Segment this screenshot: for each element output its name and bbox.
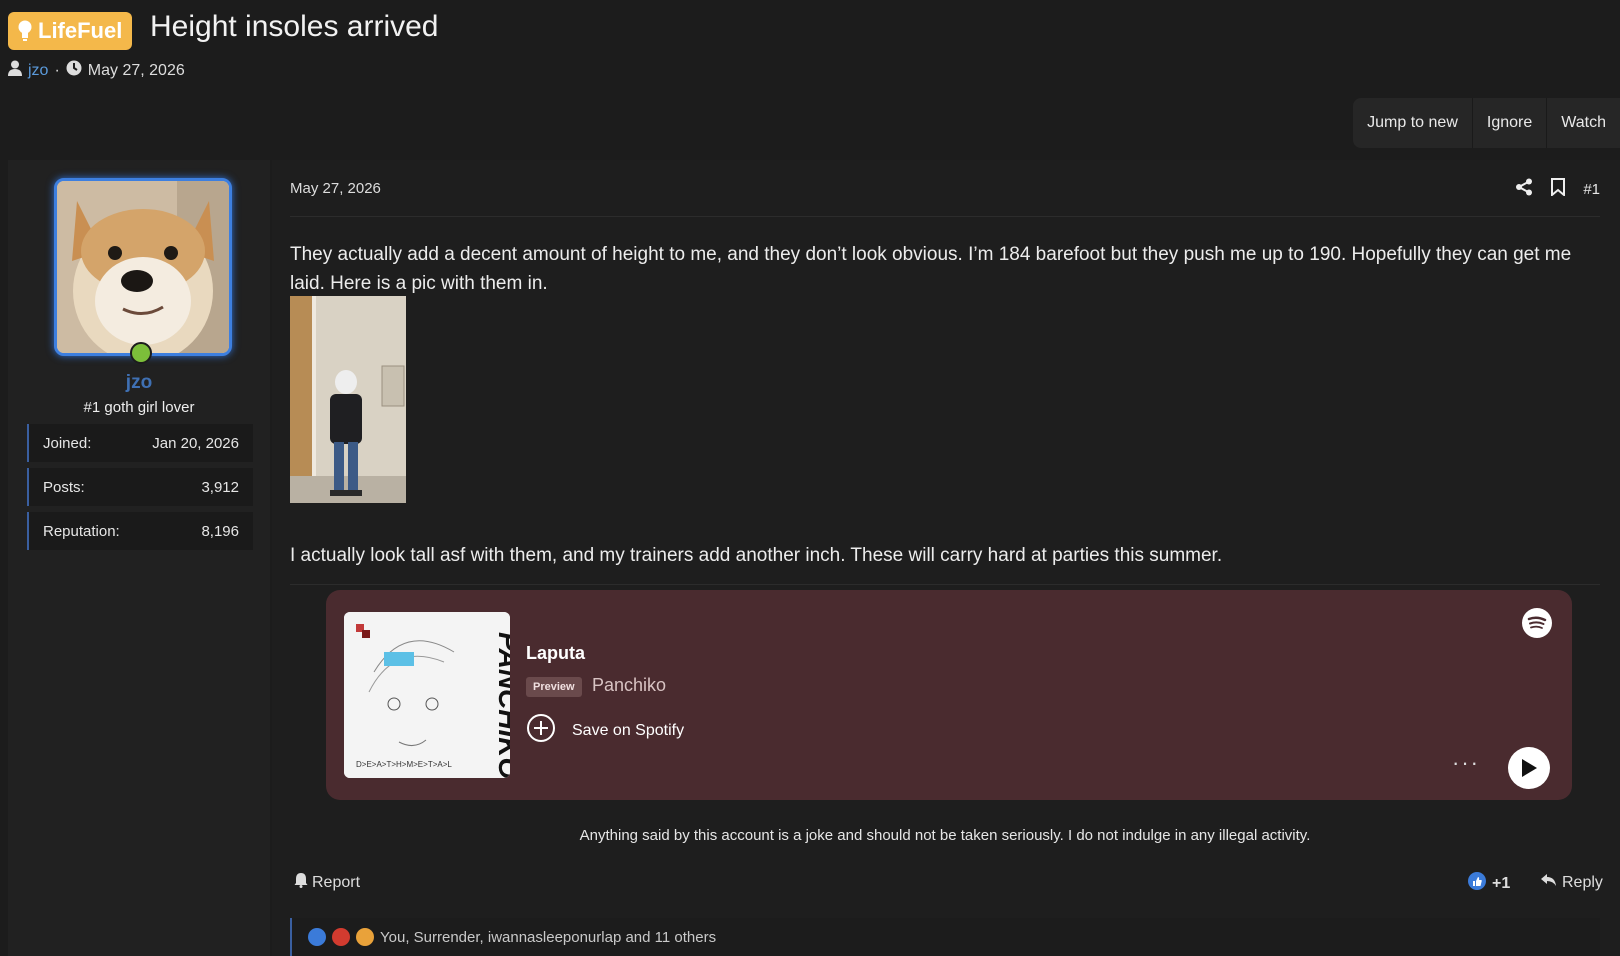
plus-circle-icon — [526, 713, 556, 748]
reply-label: Reply — [1562, 873, 1603, 891]
post-divider-2 — [290, 584, 1600, 585]
more-options-icon[interactable]: ··· — [1452, 750, 1480, 776]
report-label: Report — [312, 873, 361, 891]
reactions-text[interactable]: You, Surrender, iwannasleeponurlap and 1… — [380, 929, 716, 946]
jump-to-new-button[interactable]: Jump to new — [1353, 98, 1473, 148]
lightbulb-icon — [18, 20, 32, 42]
ignore-button[interactable]: Ignore — [1473, 98, 1548, 148]
prefix-label: LifeFuel — [38, 18, 123, 43]
spotify-embed — [326, 590, 1572, 800]
angry-reaction-icon — [332, 928, 350, 946]
clock-icon — [66, 60, 82, 81]
avatar[interactable] — [54, 178, 232, 356]
thread-title: Height insoles arrived — [150, 10, 439, 43]
album-cover[interactable]: D>E>A>T>H>M>E>T>A>L PANCHIKO — [344, 612, 510, 778]
bookmark-icon[interactable] — [1551, 178, 1566, 200]
report-button[interactable]: Report — [294, 872, 360, 893]
thumbs-up-icon — [1468, 872, 1486, 895]
stat-value: Jan 20, 2026 — [152, 434, 239, 452]
user-signature: Anything said by this account is a joke … — [579, 827, 1311, 844]
laugh-reaction-icon — [356, 928, 374, 946]
like-button[interactable]: +1 — [1468, 872, 1510, 895]
reactions-bar[interactable]: You, Surrender, iwannasleeponurlap and 1… — [290, 918, 1600, 956]
thread-date[interactable]: May 27, 2026 — [88, 62, 185, 80]
post-divider — [290, 216, 1600, 217]
save-on-spotify-button[interactable]: Save on Spotify — [526, 713, 684, 748]
artist-name[interactable]: Panchiko — [592, 675, 666, 696]
online-status-indicator — [130, 342, 152, 364]
meta-separator: · — [54, 61, 60, 79]
attached-photo[interactable] — [290, 296, 406, 503]
user-stat-posts: Posts: 3,912 — [27, 468, 253, 506]
author-link[interactable]: jzo — [28, 62, 48, 80]
album-cover-title: PANCHIKO — [493, 632, 510, 778]
post-number[interactable]: #1 — [1583, 181, 1600, 198]
share-icon[interactable] — [1515, 178, 1533, 200]
thread-prefix-badge[interactable]: LifeFuel — [8, 12, 133, 50]
bell-icon — [294, 872, 308, 893]
track-title[interactable]: Laputa — [526, 643, 585, 664]
save-label: Save on Spotify — [572, 721, 685, 739]
like-count: +1 — [1492, 874, 1511, 892]
user-stat-joined: Joined: Jan 20, 2026 — [27, 424, 253, 462]
reply-button[interactable]: Reply — [1540, 872, 1603, 893]
like-reaction-icon — [308, 928, 326, 946]
user-icon — [8, 60, 22, 81]
user-name[interactable]: jzo — [8, 372, 270, 394]
stat-value: 8,196 — [201, 522, 239, 540]
play-button[interactable] — [1508, 747, 1550, 789]
user-title: #1 goth girl lover — [83, 399, 195, 416]
play-icon — [1522, 759, 1537, 777]
user-stat-reputation: Reputation: 8,196 — [27, 512, 253, 550]
post-actions: #1 — [1515, 178, 1600, 200]
reply-icon — [1540, 872, 1558, 893]
spotify-logo-icon[interactable] — [1522, 608, 1552, 638]
post-date[interactable]: May 27, 2026 — [290, 180, 381, 197]
thread-toolbar: Jump to new Ignore Watch — [1353, 98, 1620, 148]
post-paragraph-1: They actually add a decent amount of hei… — [290, 244, 1572, 294]
thread-meta: jzo · May 27, 2026 — [8, 60, 185, 81]
stat-label: Posts: — [43, 478, 85, 496]
stat-value: 3,912 — [201, 478, 239, 496]
watch-button[interactable]: Watch — [1547, 98, 1620, 148]
post-paragraph-2: I actually look tall asf with them, and … — [290, 545, 1223, 566]
preview-badge: Preview — [526, 677, 582, 697]
album-cover-caption: D>E>A>T>H>M>E>T>A>L — [356, 760, 452, 769]
stat-label: Joined: — [43, 434, 92, 452]
stat-label: Reputation: — [43, 522, 120, 540]
